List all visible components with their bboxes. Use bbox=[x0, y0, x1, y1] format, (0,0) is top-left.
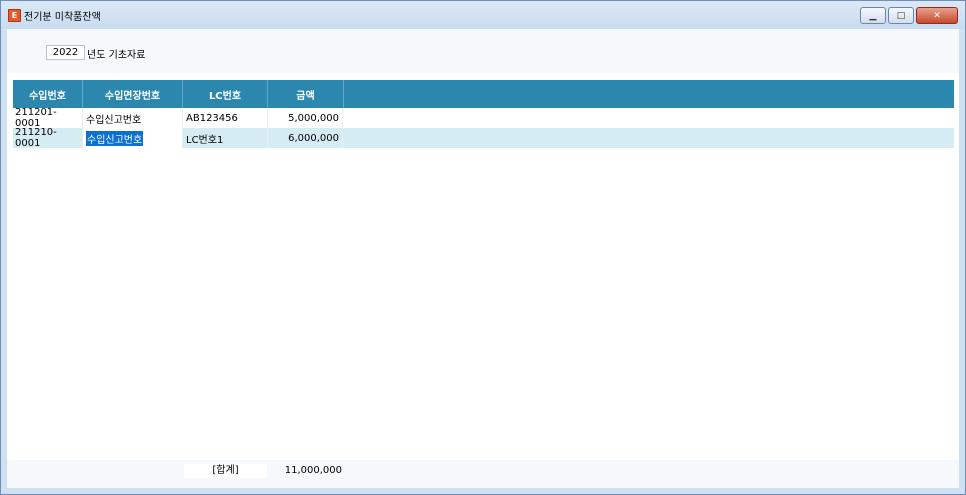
column-header-lc-no[interactable]: LC번호 bbox=[183, 80, 268, 108]
window-controls: ▁ □ ✕ bbox=[860, 7, 958, 24]
selected-text[interactable]: 수입신고번호 bbox=[86, 130, 144, 146]
close-icon: ✕ bbox=[933, 10, 941, 21]
grid-header: 수입번호 수입면장번호 LC번호 금액 bbox=[13, 80, 954, 108]
title-bar[interactable]: E 전기분 미착품잔액 ▁ □ ✕ bbox=[1, 1, 965, 29]
maximize-button[interactable]: □ bbox=[888, 7, 914, 24]
cell-lc-no[interactable]: LC번호1 bbox=[183, 128, 268, 148]
year-label: 년도 기초자료 bbox=[87, 50, 146, 61]
cell-import-no[interactable]: 211210-0001 bbox=[13, 127, 83, 149]
window-title: 전기분 미착품잔액 bbox=[24, 12, 101, 23]
maximize-icon: □ bbox=[896, 10, 906, 21]
minimize-icon: ▁ bbox=[869, 10, 877, 21]
sum-label: [합계] bbox=[184, 464, 267, 478]
cell-amount[interactable]: 5,000,000 bbox=[268, 108, 343, 128]
table-row[interactable]: 211201-0001 수입신고번호 AB123456 5,000,000 bbox=[13, 107, 954, 129]
cell-amount[interactable]: 6,000,000 bbox=[268, 128, 343, 148]
column-header-amount[interactable]: 금액 bbox=[268, 80, 344, 108]
app-logo-icon: E bbox=[8, 9, 21, 22]
cell-customs-no-editor[interactable]: 수입신고번호 bbox=[83, 128, 183, 148]
summary-panel: [합계] 11,000,000 bbox=[7, 460, 959, 488]
cell-customs-no[interactable]: 수입신고번호 bbox=[83, 108, 183, 128]
year-input[interactable]: 2022 bbox=[46, 45, 85, 60]
app-window: E 전기분 미착품잔액 ▁ □ ✕ 2022 년도 기초자료 수입번호 수입면장… bbox=[0, 0, 966, 495]
column-header-customs-no[interactable]: 수입면장번호 bbox=[83, 80, 183, 108]
sum-value: 11,000,000 bbox=[284, 465, 342, 476]
close-button[interactable]: ✕ bbox=[916, 7, 958, 24]
cell-import-no[interactable]: 211201-0001 bbox=[13, 107, 83, 129]
filter-panel: 2022 년도 기초자료 bbox=[7, 29, 959, 73]
column-header-import-no[interactable]: 수입번호 bbox=[13, 80, 83, 108]
table-row-selected[interactable]: 211210-0001 수입신고번호 LC번호1 6,000,000 bbox=[13, 127, 954, 149]
minimize-button[interactable]: ▁ bbox=[860, 7, 886, 24]
client-area: 2022 년도 기초자료 수입번호 수입면장번호 LC번호 금액 211201-… bbox=[7, 29, 959, 488]
cell-lc-no[interactable]: AB123456 bbox=[183, 108, 268, 128]
